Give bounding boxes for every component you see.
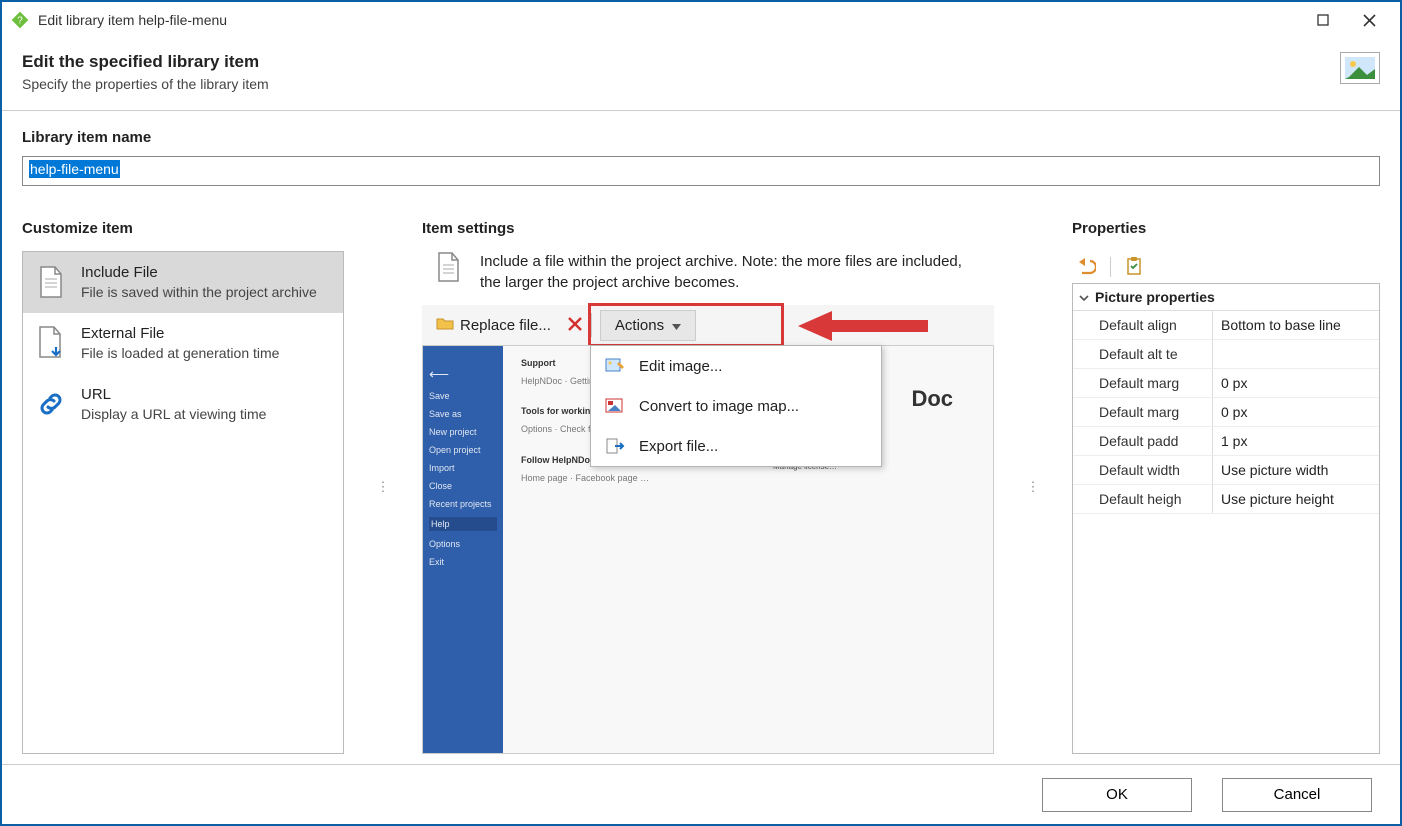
actions-label: Actions	[615, 317, 664, 334]
document-download-icon	[33, 325, 69, 361]
dialog-subtitle: Specify the properties of the library it…	[22, 76, 1340, 92]
maximize-button[interactable]	[1300, 5, 1346, 35]
edit-image-icon	[605, 356, 625, 376]
property-category[interactable]: Picture properties	[1073, 284, 1379, 311]
actions-menu: Edit image... Convert to image map... Ex…	[590, 345, 882, 467]
item-title: URL	[81, 386, 266, 403]
customize-panel: Customize item Include File File is saved…	[22, 220, 344, 754]
actions-menu-edit-image[interactable]: Edit image...	[591, 346, 881, 386]
app-icon: ?	[10, 10, 30, 30]
window-controls	[1300, 5, 1392, 35]
name-label: Library item name	[22, 129, 1380, 146]
menu-label: Export file...	[639, 438, 718, 455]
dialog-title: Edit the specified library item	[22, 52, 1340, 72]
chevron-down-icon	[1079, 289, 1089, 305]
property-row[interactable]: Default alt te	[1073, 340, 1379, 369]
columns: Customize item Include File File is saved…	[22, 220, 1380, 754]
item-desc: Display a URL at viewing time	[81, 405, 266, 423]
export-icon	[605, 436, 625, 456]
item-title: Include File	[81, 264, 317, 281]
item-title: External File	[81, 325, 279, 342]
name-input-value: help-file-menu	[29, 160, 120, 178]
replace-file-button[interactable]: Replace file...	[428, 312, 559, 338]
property-row[interactable]: Default marg0 px	[1073, 369, 1379, 398]
property-row[interactable]: Default heighUse picture height	[1073, 485, 1379, 514]
cancel-button[interactable]: Cancel	[1222, 778, 1372, 812]
name-input[interactable]: help-file-menu	[22, 156, 1380, 186]
dialog-body: Library item name help-file-menu Customi…	[2, 111, 1400, 764]
settings-toolbar: Replace file... Actions	[422, 305, 994, 345]
chevron-down-icon	[672, 317, 681, 334]
undo-icon[interactable]	[1076, 257, 1096, 278]
folder-icon	[436, 316, 454, 334]
actions-dropdown-button[interactable]: Actions	[600, 310, 696, 341]
ok-button[interactable]: OK	[1042, 778, 1192, 812]
delete-icon[interactable]	[567, 316, 583, 335]
settings-panel: Item settings Include a file within the …	[422, 220, 994, 754]
clipboard-icon[interactable]	[1125, 256, 1143, 279]
dialog-window: ? Edit library item help-file-menu Edit …	[0, 0, 1402, 826]
settings-description: Include a file within the project archiv…	[480, 251, 980, 293]
picture-type-icon	[1340, 52, 1380, 84]
category-label: Picture properties	[1095, 289, 1215, 305]
customize-list: Include File File is saved within the pro…	[22, 251, 344, 754]
menu-label: Convert to image map...	[639, 398, 799, 415]
dialog-header: Edit the specified library item Specify …	[2, 38, 1400, 110]
splitter-right[interactable]: ⋮	[1024, 220, 1042, 754]
titlebar: ? Edit library item help-file-menu	[2, 2, 1400, 38]
property-row[interactable]: Default widthUse picture width	[1073, 456, 1379, 485]
property-grid: Picture properties Default alignBottom t…	[1072, 283, 1380, 754]
settings-description-row: Include a file within the project archiv…	[422, 251, 994, 293]
window-title: Edit library item help-file-menu	[38, 12, 1300, 28]
document-icon	[436, 251, 466, 289]
item-desc: File is loaded at generation time	[81, 344, 279, 362]
actions-menu-convert-image-map[interactable]: Convert to image map...	[591, 386, 881, 426]
property-row[interactable]: Default marg0 px	[1073, 398, 1379, 427]
actions-menu-export-file[interactable]: Export file...	[591, 426, 881, 466]
properties-toolbar	[1072, 251, 1380, 283]
menu-label: Edit image...	[639, 358, 722, 375]
annotation-arrow	[798, 311, 928, 344]
property-row[interactable]: Default alignBottom to base line	[1073, 311, 1379, 340]
properties-panel: Properties Picture properties Default al…	[1072, 220, 1380, 754]
item-desc: File is saved within the project archive	[81, 283, 317, 301]
svg-text:?: ?	[17, 15, 23, 26]
image-map-icon	[605, 396, 625, 416]
property-row[interactable]: Default padd1 px	[1073, 427, 1379, 456]
customize-item-external-file[interactable]: External File File is loaded at generatio…	[23, 313, 343, 374]
separator	[591, 313, 592, 337]
customize-title: Customize item	[22, 220, 344, 237]
preview-sidebar: ⟵ Save Save as New project Open project …	[423, 346, 503, 753]
preview-brand: Doc	[911, 386, 953, 412]
document-icon	[33, 264, 69, 300]
separator	[1110, 257, 1111, 277]
link-icon	[33, 386, 69, 422]
dialog-footer: OK Cancel	[2, 764, 1400, 824]
customize-item-url[interactable]: URL Display a URL at viewing time	[23, 374, 343, 435]
properties-title: Properties	[1072, 220, 1380, 237]
settings-title: Item settings	[422, 220, 994, 237]
splitter-left[interactable]: ⋮	[374, 220, 392, 754]
close-button[interactable]	[1346, 5, 1392, 35]
customize-item-include-file[interactable]: Include File File is saved within the pro…	[23, 252, 343, 313]
replace-label: Replace file...	[460, 317, 551, 334]
